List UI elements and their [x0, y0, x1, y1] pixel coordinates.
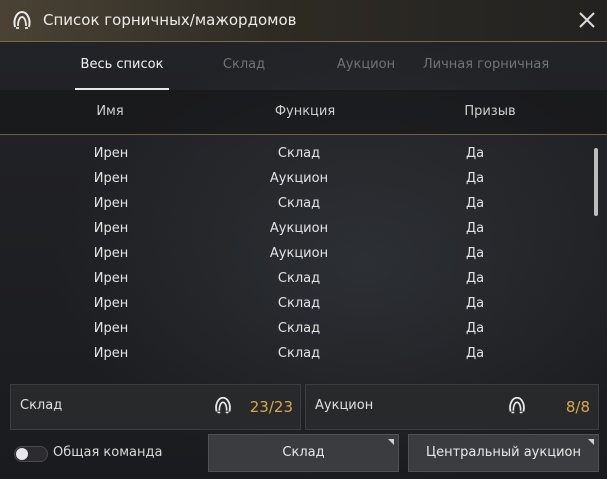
cell-summon: Да	[465, 146, 485, 161]
cell-summon: Да	[465, 196, 485, 211]
table-header: Имя Функция Призыв	[0, 90, 607, 135]
column-header-function: Функция	[274, 104, 336, 119]
warehouse-count: 23/23	[249, 398, 293, 416]
cell-function: Склад	[277, 146, 321, 161]
cell-function: Склад	[277, 196, 321, 211]
central-auction-button[interactable]: Центральный аукцион	[408, 434, 599, 472]
table-row[interactable]: Ирен Аукцион Да	[0, 216, 590, 241]
cell-name: Ирен	[93, 296, 129, 311]
warehouse-summary: Склад 23/23	[10, 384, 301, 430]
toggle-knob	[16, 448, 28, 460]
auction-summary-label: Аукцион	[315, 398, 374, 413]
cell-name: Ирен	[93, 271, 129, 286]
expand-corner-icon	[588, 439, 594, 445]
cell-name: Ирен	[93, 246, 129, 261]
maid-icon	[215, 396, 231, 414]
expand-corner-icon	[388, 439, 394, 445]
cell-function: Склад	[277, 271, 321, 286]
cell-summon: Да	[465, 246, 485, 261]
cell-name: Ирен	[93, 171, 129, 186]
cell-function: Склад	[277, 296, 321, 311]
cell-name: Ирен	[93, 196, 129, 211]
warehouse-button[interactable]: Склад	[208, 434, 399, 472]
table-row[interactable]: Ирен Склад Да	[0, 316, 590, 341]
window-title: Список горничных/мажордомов	[43, 11, 297, 29]
cell-summon: Да	[465, 296, 485, 311]
cell-function: Склад	[277, 346, 321, 361]
table-row[interactable]: Ирен Аукцион Да	[0, 166, 590, 191]
auction-summary: Аукцион 8/8	[305, 384, 599, 430]
table-row[interactable]: Ирен Склад Да	[0, 341, 590, 366]
table-row[interactable]: Ирен Склад Да	[0, 191, 590, 216]
tab-personal-maid[interactable]: Личная горничная	[420, 42, 552, 90]
tab-bar: Весь список Склад Аукцион Личная горничн…	[0, 42, 607, 90]
table-row[interactable]: Ирен Склад Да	[0, 266, 590, 291]
cell-function: Склад	[277, 321, 321, 336]
maid-icon	[509, 396, 525, 414]
auction-count: 8/8	[565, 398, 590, 416]
title-bar[interactable]: Список горничных/мажордомов	[0, 0, 607, 42]
cell-summon: Да	[465, 171, 485, 186]
column-header-summon: Призыв	[464, 104, 516, 119]
central-auction-button-label: Центральный аукцион	[426, 445, 581, 460]
cell-summon: Да	[465, 346, 485, 361]
shared-command-label: Общая команда	[53, 445, 163, 460]
list-scrollbar[interactable]	[594, 148, 598, 216]
cell-summon: Да	[465, 271, 485, 286]
column-header-name: Имя	[96, 104, 124, 119]
cell-function: Аукцион	[269, 221, 329, 236]
tab-all[interactable]: Весь список	[67, 42, 177, 90]
warehouse-summary-label: Склад	[20, 398, 63, 413]
tab-warehouse[interactable]: Склад	[196, 42, 292, 90]
table-row[interactable]: Ирен Склад Да	[0, 291, 590, 316]
cell-summon: Да	[465, 321, 485, 336]
shared-command-toggle[interactable]	[14, 446, 48, 462]
tab-auction[interactable]: Аукцион	[318, 42, 414, 90]
cell-function: Аукцион	[269, 246, 329, 261]
maid-list: Ирен Склад Да Ирен Аукцион Да Ирен Склад…	[0, 141, 590, 371]
close-icon[interactable]	[575, 8, 599, 32]
table-row[interactable]: Ирен Склад Да	[0, 141, 590, 166]
maid-list-window: Список горничных/мажордомов Весь список …	[0, 0, 607, 479]
cell-name: Ирен	[93, 221, 129, 236]
cell-function: Аукцион	[269, 171, 329, 186]
cell-name: Ирен	[93, 346, 129, 361]
maid-icon	[13, 10, 31, 29]
cell-name: Ирен	[93, 146, 129, 161]
cell-summon: Да	[465, 221, 485, 236]
warehouse-button-label: Склад	[282, 445, 325, 460]
cell-name: Ирен	[93, 321, 129, 336]
table-row[interactable]: Ирен Аукцион Да	[0, 241, 590, 266]
